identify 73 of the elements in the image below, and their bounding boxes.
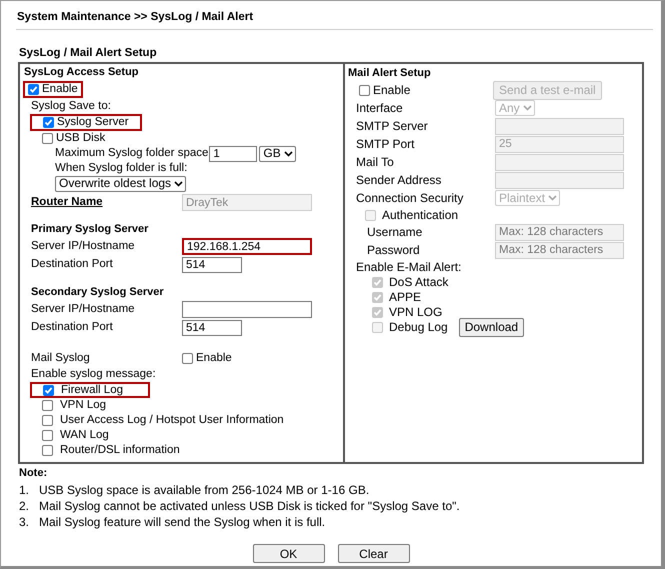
field-label: Router Name (31, 195, 104, 210)
checkbox[interactable] (182, 353, 193, 364)
option-label: Firewall Log (61, 382, 123, 398)
option-label: USB Disk (56, 131, 106, 146)
action-button[interactable]: OK (252, 544, 324, 563)
input-field[interactable] (495, 154, 624, 170)
breadcrumb: System Maintenance >> SysLog / Mail Alert (17, 11, 254, 23)
field-label: Server IP/Hostname (31, 302, 136, 317)
checkbox[interactable] (42, 400, 53, 411)
checkbox[interactable] (42, 415, 53, 426)
input-field[interactable]: 192.168.1.254 (182, 238, 312, 255)
field-label: Password (367, 242, 421, 258)
note-text: USB Syslog space is available from 256-1024 MB or 1-16 GB. (39, 483, 370, 497)
note-text: Mail Syslog feature will send the Syslog when it is full. (39, 515, 326, 529)
panel-title: Mail Alert Setup (348, 67, 431, 79)
list-number: 2. (19, 499, 30, 513)
field-label: Connection Security (356, 190, 464, 206)
field-label: SMTP Server (356, 118, 429, 134)
input-field[interactable] (182, 301, 312, 318)
input-field: DrayTek (182, 194, 312, 211)
checkbox[interactable] (43, 117, 54, 128)
option-label: VPN LOG (389, 305, 442, 320)
note-text: Mail Syslog cannot be activated unless USB Disk is ticked for "Syslog Save to". (39, 499, 460, 513)
field-label: Destination Port (31, 257, 114, 272)
note-title: Note: (19, 467, 48, 479)
select-field[interactable]: Overwrite oldest logs (55, 176, 186, 192)
list-number: 3. (19, 515, 30, 529)
field-label: Mail Syslog (31, 351, 91, 366)
input-field[interactable]: 1 (209, 146, 258, 162)
field-label: Mail To (356, 154, 395, 170)
enable-label: Enable (42, 82, 78, 97)
group-title: Secondary Syslog Server (31, 286, 164, 298)
option-label: Enable (196, 351, 232, 366)
chevron-down-icon (284, 150, 293, 156)
field-label: Syslog Save to: (31, 99, 111, 114)
chevron-down-icon (174, 180, 184, 186)
option-label: Router/DSL information (60, 443, 180, 458)
input-field[interactable]: 514 (182, 256, 242, 272)
section-title: SysLog / Mail Alert Setup (19, 47, 157, 59)
field-label: Maximum Syslog folder space (55, 146, 208, 161)
input-field[interactable] (495, 118, 624, 134)
field-label: Username (367, 224, 424, 240)
field-label: Enable E-Mail Alert: (356, 260, 462, 274)
action-button[interactable]: Clear (338, 544, 410, 563)
panel-title: SysLog Access Setup (24, 66, 139, 78)
field-label: When Syslog folder is full: (55, 161, 188, 176)
checkbox[interactable] (42, 445, 53, 456)
field-label: SMTP Port (356, 136, 416, 152)
list-number: 1. (19, 483, 30, 497)
option-label: WAN Log (60, 428, 109, 443)
field-label: Destination Port (31, 320, 114, 335)
option-label: VPN Log (60, 398, 106, 413)
enable-label: Enable (373, 82, 410, 98)
field-label: Server IP/Hostname (31, 239, 136, 254)
chevron-down-icon (522, 105, 532, 111)
field-label: Interface (356, 100, 404, 116)
chevron-down-icon (548, 195, 558, 201)
unit-select[interactable]: GB (259, 146, 296, 162)
option-label: Authentication (382, 208, 458, 222)
checkbox[interactable] (42, 133, 53, 144)
checkbox[interactable] (28, 84, 39, 95)
option-label: APPE (389, 290, 422, 305)
input-field[interactable]: 514 (182, 320, 242, 336)
option-label: User Access Log / Hotspot User Information (60, 413, 284, 428)
option-label: Debug Log (389, 320, 448, 335)
option-label: Syslog Server (57, 115, 129, 130)
option-label: DoS Attack (389, 275, 448, 290)
input-field[interactable] (495, 172, 624, 188)
field-label: Enable syslog message: (31, 367, 156, 382)
group-title: Primary Syslog Server (31, 223, 148, 235)
checkbox[interactable] (42, 430, 53, 441)
field-label: Sender Address (356, 172, 442, 188)
checkbox[interactable] (43, 384, 54, 396)
